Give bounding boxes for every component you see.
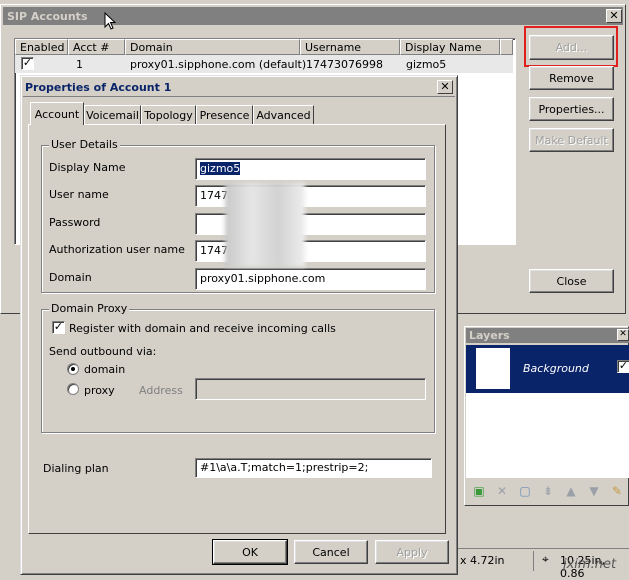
display-name-label: Display Name (49, 161, 126, 174)
row-acct: 1 (76, 58, 83, 71)
layers-titlebar[interactable]: Layers (466, 328, 629, 343)
domain-radio-label: domain (84, 363, 126, 376)
tab-presence[interactable]: Presence (196, 105, 253, 125)
tab-account[interactable]: Account (30, 102, 84, 125)
col-display-name[interactable]: Display Name (400, 39, 500, 55)
tab-page: User Details Display Name gizmo5 User na… (28, 124, 446, 534)
table-row[interactable]: ✓ 1 proxy01.sipphone.com (default) 17473… (15, 55, 513, 73)
register-checkbox[interactable]: ✓ (52, 321, 65, 334)
layers-panel: Layers ✕ Background ✓ ▣ ✕ ▢ ⇟ ▲ ▼ ✎ (464, 326, 629, 506)
dialing-plan-value: #1\a\a.T;match=1;prestrip=2; (200, 461, 369, 474)
proxy-radio-label: proxy (84, 384, 115, 397)
layers-toolbar: ▣ ✕ ▢ ⇟ ▲ ▼ ✎ (466, 480, 629, 502)
row-username: 17473076998 (306, 58, 383, 71)
address-label: Address (139, 384, 183, 397)
domain-value: proxy01.sipphone.com (200, 272, 326, 285)
cancel-button[interactable]: Cancel (294, 540, 368, 564)
display-name-field[interactable]: gizmo5 (195, 158, 426, 180)
sip-accounts-title: SIP Accounts (7, 10, 88, 23)
ok-button[interactable]: OK (212, 539, 288, 565)
properties-icon[interactable]: ✎ (609, 483, 625, 499)
mouse-cursor-icon (104, 12, 117, 30)
properties-dialog: Properties of Account 1 ✕ Account Voicem… (20, 75, 458, 575)
layers-title: Layers (469, 329, 510, 342)
col-domain[interactable]: Domain (125, 39, 300, 55)
apply-button[interactable]: Apply (375, 540, 449, 564)
status-divider (533, 551, 534, 571)
domain-proxy-title: Domain Proxy (49, 302, 130, 315)
display-name-value: gizmo5 (200, 162, 241, 175)
properties-button[interactable]: Properties... (529, 97, 614, 121)
tab-advanced[interactable]: Advanced (253, 105, 314, 125)
watermark: jxim.net (563, 557, 617, 572)
dialing-plan-label: Dialing plan (43, 462, 109, 475)
tab-topology[interactable]: Topology (141, 105, 196, 125)
row-enabled-checkbox[interactable]: ✓ (21, 57, 34, 70)
merge-down-icon[interactable]: ⇟ (540, 483, 556, 499)
col-enabled[interactable]: Enabled (15, 39, 68, 55)
domain-radio[interactable] (67, 363, 79, 375)
dialog-title: Properties of Account 1 (25, 81, 172, 94)
sip-accounts-titlebar[interactable]: SIP Accounts (3, 7, 623, 25)
address-field[interactable] (195, 378, 426, 400)
dialog-close-icon[interactable]: ✕ (437, 80, 453, 94)
tab-voicemail[interactable]: Voicemail (84, 105, 141, 125)
cursor-position-icon: ⌖ (542, 552, 549, 566)
proxy-radio[interactable] (67, 383, 79, 395)
col-acct[interactable]: Acct # (68, 39, 125, 55)
col-username[interactable]: Username (300, 39, 400, 55)
delete-layer-icon[interactable]: ✕ (494, 483, 510, 499)
layers-list-area (466, 393, 629, 478)
send-outbound-label: Send outbound via: (49, 345, 157, 358)
row-domain: proxy01.sipphone.com (default) (130, 58, 307, 71)
move-up-icon[interactable]: ▲ (563, 483, 579, 499)
col-filler (500, 39, 513, 55)
add-highlight-box (524, 26, 618, 67)
close-button[interactable]: Close (529, 269, 614, 293)
sip-accounts-close-icon[interactable]: ✕ (606, 9, 622, 23)
new-layer-icon[interactable]: ▣ (471, 483, 487, 499)
move-down-icon[interactable]: ▼ (586, 483, 602, 499)
dialing-plan-field[interactable]: #1\a\a.T;match=1;prestrip=2; (195, 458, 432, 478)
user-name-label: User name (49, 188, 109, 201)
row-display-name: gizmo5 (406, 58, 447, 71)
user-name-value: 1747 (200, 189, 228, 202)
auth-user-value: 1747 (200, 244, 228, 257)
layer-visible-checkbox[interactable]: ✓ (617, 360, 629, 373)
layer-name: Background (523, 362, 589, 375)
remove-button[interactable]: Remove (529, 66, 614, 90)
duplicate-layer-icon[interactable]: ▢ (517, 483, 533, 499)
domain-field[interactable]: proxy01.sipphone.com (195, 268, 426, 290)
redaction-blur (225, 183, 305, 267)
layer-thumbnail (476, 348, 510, 389)
domain-label: Domain (49, 271, 92, 284)
password-label: Password (49, 216, 101, 229)
user-details-title: User Details (49, 138, 120, 151)
register-label: Register with domain and receive incomin… (69, 322, 336, 335)
layers-close-icon[interactable]: ✕ (617, 329, 629, 341)
layer-row[interactable]: Background ✓ (466, 345, 629, 393)
make-default-button[interactable]: Make Default (529, 128, 614, 152)
auth-user-label: Authorization user name (49, 243, 185, 256)
dialog-titlebar[interactable]: Properties of Account 1 (23, 78, 455, 97)
status-width: x 4.72in (460, 554, 505, 567)
